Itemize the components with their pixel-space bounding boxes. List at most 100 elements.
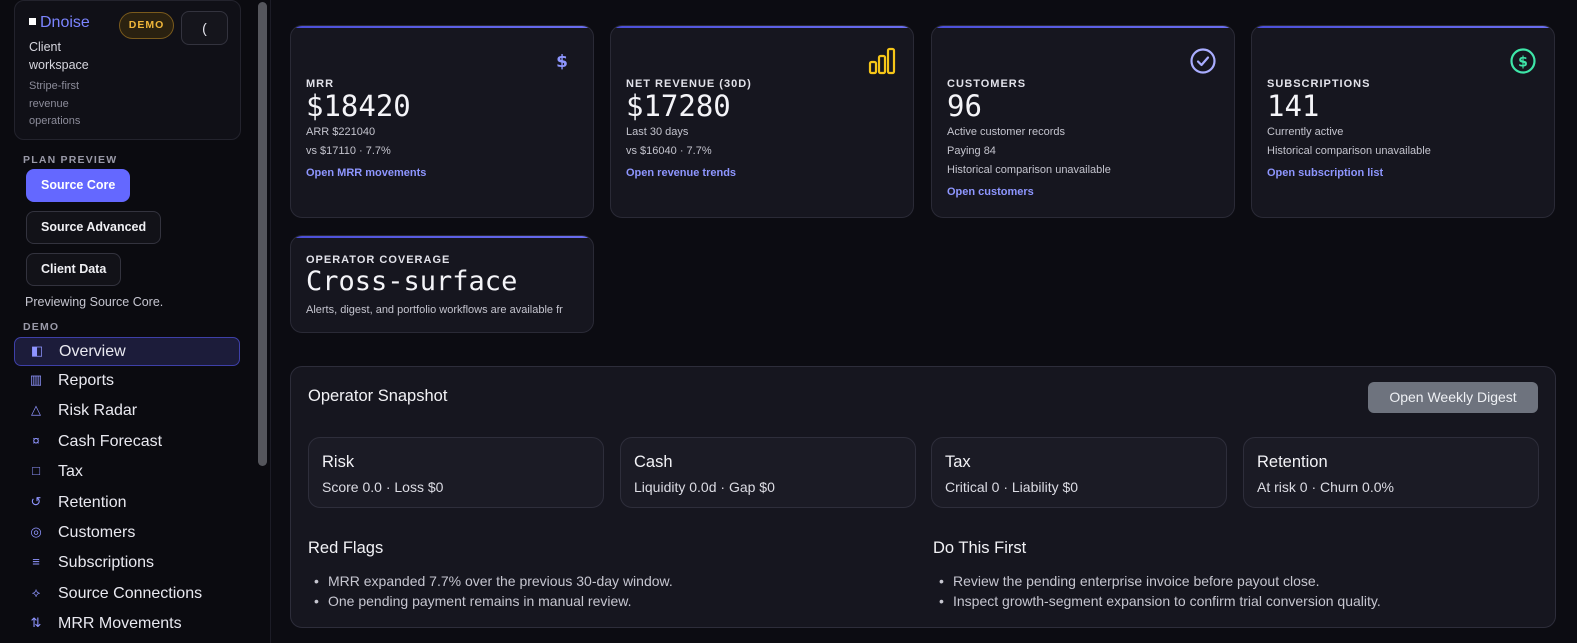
coverage-value: Cross-surface	[306, 266, 518, 297]
do-this-first-list: Review the pending enterprise invoice be…	[933, 571, 1381, 611]
sidebar-item-label: MRR Movements	[58, 615, 182, 632]
coverage-description: Alerts, digest, and portfolio workflows …	[306, 304, 563, 316]
demo-badge: DEMO	[119, 12, 174, 39]
snapshot-card-title: Cash	[634, 453, 673, 471]
plan-client-data-button[interactable]: Client Data	[26, 253, 122, 286]
workspace-tagline: Stripe-first revenue operations	[29, 80, 81, 127]
snapshot-card-tax[interactable]: Tax Critical 0 · Liability $0	[931, 437, 1227, 508]
list-icon: ≡	[32, 554, 40, 569]
sidebar-item-overview[interactable]: ◧ Overview	[14, 337, 240, 366]
kpi-value: $17280	[626, 89, 731, 123]
red-flags-title: Red Flags	[308, 539, 384, 557]
do-first-item: Inspect growth-segment expansion to conf…	[933, 591, 1381, 611]
do-this-first-title: Do This First	[933, 539, 1027, 557]
kpi-card-subscriptions: $ SUBSCRIPTIONS 141 Currently active Histori…	[1251, 25, 1555, 218]
sidebar-item-label: Subscriptions	[58, 554, 155, 571]
snapshot-card-title: Retention	[1257, 453, 1328, 471]
kpi-link[interactable]: Open subscription list	[1267, 167, 1383, 179]
red-flags-list: MRR expanded 7.7% over the previous 30-d…	[308, 571, 673, 611]
coverage-title: OPERATOR COVERAGE	[306, 254, 451, 266]
app-root: Dnoise Client workspace Stripe-first rev…	[0, 0, 1577, 643]
kpi-detail: vs $17110 · 7.7%	[306, 145, 391, 157]
sidebar-item-subscriptions[interactable]: ≡ Subscriptions	[14, 549, 240, 578]
sidebar-item-mrr-movements[interactable]: ⇅ MRR Movements	[14, 610, 240, 639]
bar-chart-icon	[867, 46, 897, 76]
brand-square-icon	[29, 18, 36, 25]
workspace-card: Dnoise Client workspace Stripe-first rev…	[14, 0, 241, 140]
snapshot-card-value: Score 0.0 · Loss $0	[322, 479, 444, 495]
kpi-value: $18420	[306, 89, 411, 123]
sidebar-item-label: Reports	[58, 372, 115, 389]
snapshot-card-value: Critical 0 · Liability $0	[945, 479, 1079, 495]
diamond-icon: ⟡	[31, 585, 41, 600]
brand-logo[interactable]: Dnoise	[29, 14, 90, 32]
red-flag-item: One pending payment remains in manual re…	[308, 591, 673, 611]
sidebar-item-source-connections[interactable]: ⟡ Source Connections	[14, 580, 240, 609]
sidebar-scrollbar[interactable]	[258, 2, 267, 466]
sidebar-item-label: Customers	[58, 524, 136, 541]
sidebar-item-risk-radar[interactable]: △ Risk Radar	[14, 397, 240, 426]
brand-name: Dnoise	[40, 14, 90, 31]
kpi-link[interactable]: Open revenue trends	[626, 167, 736, 179]
plan-source-core-button[interactable]: Source Core	[26, 169, 131, 202]
do-first-item: Review the pending enterprise invoice be…	[933, 571, 1381, 591]
kpi-detail: Active customer records	[947, 126, 1065, 138]
kpi-value: 141	[1267, 89, 1320, 123]
plan-preview-status: Previewing Source Core.	[25, 295, 164, 309]
sidebar-item-cash-forecast[interactable]: ¤ Cash Forecast	[14, 428, 240, 457]
bars-icon: ▥	[29, 372, 43, 387]
open-weekly-digest-button[interactable]: Open Weekly Digest	[1368, 382, 1538, 413]
square-icon: □	[32, 463, 40, 478]
snapshot-card-risk[interactable]: Risk Score 0.0 · Loss $0	[308, 437, 604, 508]
sidebar-item-label: Risk Radar	[58, 402, 138, 419]
svg-text:$: $	[1518, 55, 1528, 71]
snapshot-card-value: At risk 0 · Churn 0.0%	[1257, 479, 1394, 495]
sidebar: Dnoise Client workspace Stripe-first rev…	[0, 0, 271, 643]
check-circle-icon	[1188, 46, 1218, 76]
snapshot-card-retention[interactable]: Retention At risk 0 · Churn 0.0%	[1243, 437, 1539, 508]
kpi-link[interactable]: Open customers	[947, 186, 1034, 198]
kpi-detail: Historical comparison unavailable	[947, 164, 1111, 176]
kpi-detail: Historical comparison unavailable	[1267, 145, 1431, 157]
kpi-detail: vs $16040 · 7.7%	[626, 145, 712, 157]
svg-text:$: $	[556, 52, 568, 72]
plan-source-advanced-button[interactable]: Source Advanced	[26, 211, 162, 244]
sidebar-item-tax[interactable]: □ Tax	[14, 458, 240, 487]
sidebar-item-reports[interactable]: ▥ Reports	[14, 367, 240, 396]
collapse-sidebar-button[interactable]: (	[181, 11, 228, 45]
snapshot-card-title: Risk	[322, 453, 355, 471]
snapshot-card-title: Tax	[945, 453, 971, 471]
triangle-icon: △	[31, 402, 41, 417]
refresh-icon: ↺	[30, 494, 42, 509]
kpi-detail: Currently active	[1267, 126, 1344, 138]
sidebar-item-customers[interactable]: ◎ Customers	[14, 519, 240, 548]
operator-snapshot-panel: Operator Snapshot Open Weekly Digest Ris…	[290, 366, 1556, 628]
currency-icon: ¤	[32, 433, 40, 448]
plan-preview-label: PLAN PREVIEW	[23, 154, 118, 166]
demo-section-label: DEMO	[23, 321, 60, 333]
sidebar-item-retention[interactable]: ↺ Retention	[14, 489, 240, 518]
red-flag-item: MRR expanded 7.7% over the previous 30-d…	[308, 571, 673, 591]
sidebar-item-label: Source Connections	[58, 585, 203, 602]
kpi-card-customers: CUSTOMERS 96 Active customer records Paying…	[931, 25, 1235, 218]
kpi-detail: Last 30 days	[626, 126, 689, 138]
sidebar-item-label: Overview	[59, 343, 126, 360]
kpi-link[interactable]: Open MRR movements	[306, 167, 426, 179]
kpi-card-mrr: $ MRR $18420 ARR $221040 vs $17110 · 7.7% Ope…	[290, 25, 594, 218]
sidebar-panel-icon: ◧	[30, 343, 44, 358]
kpi-card-net-revenue-30d: NET REVENUE (30D) $17280 Last 30 days vs $1…	[610, 25, 914, 218]
snapshot-title: Operator Snapshot	[308, 387, 448, 405]
operator-coverage-card: OPERATOR COVERAGE Cross-surface Alerts, …	[290, 235, 594, 333]
snapshot-card-cash[interactable]: Cash Liquidity 0.0d · Gap $0	[620, 437, 916, 508]
kpi-detail: Paying 84	[947, 145, 996, 157]
kpi-detail: ARR $221040	[306, 126, 376, 138]
snapshot-card-value: Liquidity 0.0d · Gap $0	[634, 479, 775, 495]
dollar-icon: $	[547, 46, 577, 76]
sidebar-item-label: Tax	[58, 463, 83, 480]
sidebar-item-label: Retention	[58, 494, 127, 511]
target-icon: ◎	[30, 524, 42, 539]
sidebar-item-label: Cash Forecast	[58, 433, 163, 450]
swap-icon: ⇅	[30, 615, 42, 630]
workspace-name: Client workspace	[29, 40, 89, 72]
kpi-value: 96	[947, 89, 982, 123]
